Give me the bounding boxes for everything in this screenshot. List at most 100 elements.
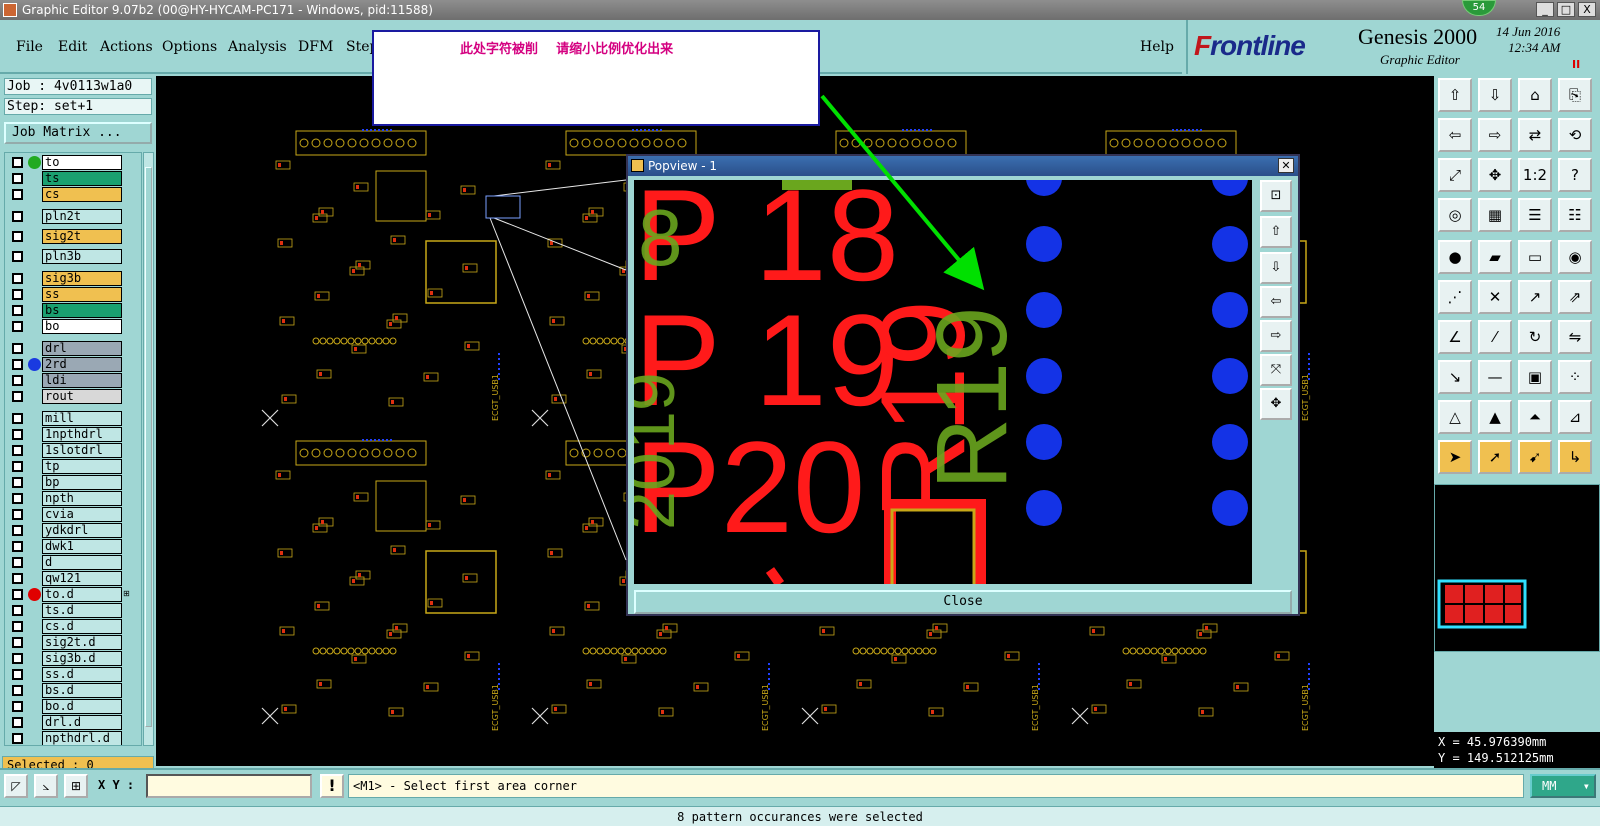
layer-checkbox[interactable] (12, 189, 23, 200)
layers-icon[interactable]: ☰ (1518, 198, 1552, 232)
redraw-icon[interactable]: ⟲ (1558, 118, 1592, 152)
triangle3-icon[interactable]: ⏶ (1518, 400, 1552, 434)
layer-checkbox[interactable] (12, 733, 23, 744)
triangle4-icon[interactable]: ⊿ (1558, 400, 1592, 434)
pointer2-icon[interactable]: ➚ (1478, 440, 1512, 474)
cross-icon[interactable]: ✕ (1478, 280, 1512, 314)
layer-row-sig3b-d[interactable]: sig3b.d (7, 651, 129, 666)
layer-row-bs[interactable]: bs (7, 303, 129, 318)
job-matrix-button[interactable]: Job Matrix ... (4, 122, 152, 144)
layer-checkbox[interactable] (12, 305, 23, 316)
layer-row-bo[interactable]: bo (7, 319, 129, 334)
layer-checkbox[interactable] (12, 669, 23, 680)
help-icon[interactable]: ? (1558, 158, 1592, 192)
grid-icon[interactable]: ▦ (1478, 198, 1512, 232)
layer-name[interactable]: tp (42, 459, 122, 474)
layer-row-bp[interactable]: bp (7, 475, 129, 490)
layer-row-2rd[interactable]: 2rd (7, 357, 129, 372)
menu-dfm[interactable]: DFM (298, 39, 333, 55)
layer-row-pln2t[interactable]: pln2t (7, 209, 129, 224)
layer-row-npthdrl-d[interactable]: npthdrl.d (7, 731, 129, 745)
layer-list[interactable]: to ts cs pln2t sig2t pln3b sig3b ss bs bo drl 2rd ld… (4, 152, 142, 746)
layer-checkbox[interactable] (12, 391, 23, 402)
snap-icon[interactable]: ↗ (1518, 280, 1552, 314)
layer-row-d[interactable]: d (7, 555, 129, 570)
pan-up-icon[interactable]: ⇧ (1438, 78, 1472, 112)
layer-row-cs-d[interactable]: cs.d (7, 619, 129, 634)
layer-name[interactable]: 2rd (42, 357, 122, 372)
swap-icon[interactable]: ⇄ (1518, 118, 1552, 152)
layer-row-ydkdrl[interactable]: ydkdrl (7, 523, 129, 538)
close-window-button[interactable]: X (1578, 2, 1596, 17)
layer-row-1slotdrl[interactable]: 1slotdrl (7, 443, 129, 458)
scrollbar-thumb[interactable] (145, 167, 152, 727)
layer-name[interactable]: drl.d (42, 715, 122, 730)
layer-name[interactable]: ss.d (42, 667, 122, 682)
layer-name[interactable]: ts.d (42, 603, 122, 618)
layer-checkbox[interactable] (12, 157, 23, 168)
maximize-button[interactable]: □ (1557, 2, 1575, 17)
layer-row-tp[interactable]: tp (7, 459, 129, 474)
layer-checkbox[interactable] (12, 621, 23, 632)
home-icon[interactable]: ⌂ (1518, 78, 1552, 112)
pointer3-icon[interactable]: ➹ (1518, 440, 1552, 474)
layer-row-dwk1[interactable]: dwk1 (7, 539, 129, 554)
popview-zoom-in-icon[interactable]: ⤧ (1260, 354, 1292, 386)
layer-row-1npthdrl[interactable]: 1npthdrl (7, 427, 129, 442)
triangle-icon[interactable]: △ (1438, 400, 1472, 434)
layer-row-npth[interactable]: npth (7, 491, 129, 506)
layers-alt-icon[interactable]: ☷ (1558, 198, 1592, 232)
layer-row-cvia[interactable]: cvia (7, 507, 129, 522)
layer-name[interactable]: ldi (42, 373, 122, 388)
layer-row-sig2t[interactable]: sig2t (7, 229, 129, 244)
layer-checkbox[interactable] (12, 509, 23, 520)
dash-icon[interactable]: — (1478, 360, 1512, 394)
layer-name[interactable]: npth (42, 491, 122, 506)
layer-row-to[interactable]: to (7, 155, 129, 170)
layer-name[interactable]: to.d (42, 587, 122, 602)
minimize-button[interactable]: _ (1536, 2, 1554, 17)
ratio-icon[interactable]: 1:2 (1518, 158, 1552, 192)
xy-input[interactable] (146, 774, 312, 798)
layer-checkbox[interactable] (12, 321, 23, 332)
layer-checkbox[interactable] (12, 653, 23, 664)
menu-edit[interactable]: Edit (58, 39, 87, 55)
layer-name[interactable]: to (42, 155, 122, 170)
menu-file[interactable]: File (16, 39, 43, 55)
layer-row-bo-d[interactable]: bo.d (7, 699, 129, 714)
angle-icon[interactable]: ∠ (1438, 320, 1472, 354)
layer-row-bs-d[interactable]: bs.d (7, 683, 129, 698)
layer-row-mill[interactable]: mill (7, 411, 129, 426)
layer-checkbox[interactable] (12, 605, 23, 616)
layer-checkbox[interactable] (12, 717, 23, 728)
layer-checkbox[interactable] (12, 493, 23, 504)
layer-row-ss[interactable]: ss (7, 287, 129, 302)
pad-icon[interactable]: ◉ (1558, 240, 1592, 274)
layer-checkbox[interactable] (12, 573, 23, 584)
layer-name[interactable]: pln3b (42, 249, 122, 264)
layer-checkbox[interactable] (12, 173, 23, 184)
menu-analysis[interactable]: Analysis (228, 39, 287, 55)
triangle2-icon[interactable]: ▲ (1478, 400, 1512, 434)
layer-checkbox[interactable] (12, 685, 23, 696)
layer-checkbox[interactable] (12, 429, 23, 440)
layer-name[interactable]: mill (42, 411, 122, 426)
menu-actions[interactable]: Actions (100, 39, 153, 55)
measure-icon[interactable]: ⦣ (34, 774, 58, 798)
layer-checkbox[interactable] (12, 343, 23, 354)
layer-row-qw121[interactable]: qw121 (7, 571, 129, 586)
overview-map[interactable] (1434, 484, 1600, 652)
layer-row-ts-d[interactable]: ts.d (7, 603, 129, 618)
layer-checkbox[interactable] (12, 541, 23, 552)
mirror-icon[interactable]: ⇋ (1558, 320, 1592, 354)
popview-close-icon[interactable]: ✕ (1278, 158, 1294, 173)
layer-list-scrollbar[interactable] (143, 152, 154, 746)
popview-zoom-area[interactable]: P 18 P 19 P20 8 19 20 R19 R19 (634, 180, 1252, 584)
layer-name[interactable]: bo.d (42, 699, 122, 714)
layer-checkbox[interactable] (12, 251, 23, 262)
layer-row-pln3b[interactable]: pln3b (7, 249, 129, 264)
layer-name[interactable]: sig2t (42, 229, 122, 244)
layer-name[interactable]: npthdrl.d (42, 731, 122, 745)
snap-alt-icon[interactable]: ⇗ (1558, 280, 1592, 314)
layer-name[interactable]: ss (42, 287, 122, 302)
